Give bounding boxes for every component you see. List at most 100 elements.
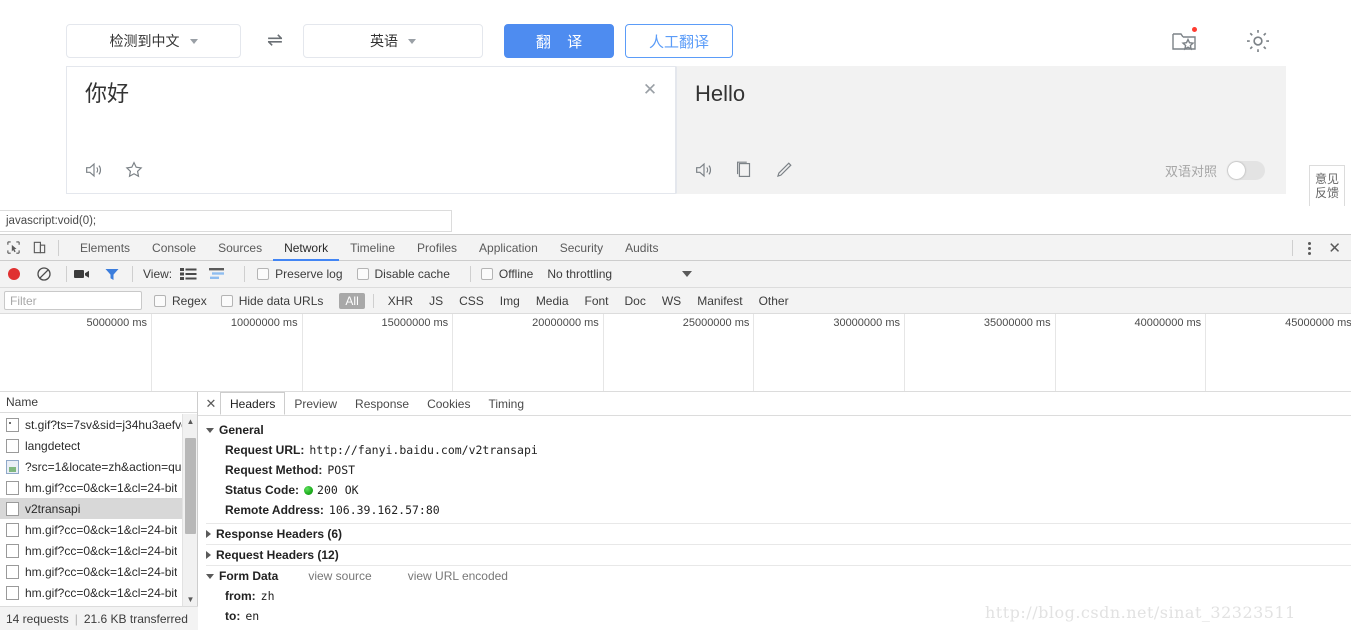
detail-tab-headers[interactable]: Headers bbox=[220, 392, 286, 415]
translate-button[interactable]: 翻 译 bbox=[504, 24, 614, 58]
devtools-tab-application[interactable]: Application bbox=[468, 235, 549, 261]
filter-type-img[interactable]: Img bbox=[494, 293, 526, 309]
chevron-down-icon[interactable] bbox=[682, 271, 693, 277]
translate-page: 检测到中文 ⇌ 英语 翻 译 人工翻译 你好 ✕ Hello 双语对照 意见 反… bbox=[0, 0, 1351, 206]
request-headers-section[interactable]: Request Headers (12) bbox=[206, 544, 1351, 565]
scroll-up-icon[interactable]: ▲ bbox=[183, 414, 198, 428]
clear-source-icon[interactable]: ✕ bbox=[641, 81, 659, 99]
preserve-log-checkbox[interactable] bbox=[257, 268, 270, 280]
source-language-select[interactable]: 检测到中文 bbox=[66, 24, 241, 58]
scroll-down-icon[interactable]: ▼ bbox=[183, 592, 198, 606]
request-row[interactable]: st.gif?ts=7sv&sid=j34hu3aefvc bbox=[0, 414, 197, 435]
filter-type-js[interactable]: JS bbox=[423, 293, 449, 309]
hide-data-urls-label: Hide data URLs bbox=[238, 293, 324, 308]
request-detail-column: ✕ Headers Preview Response Cookies Timing Ge… bbox=[198, 392, 1351, 630]
doc-icon bbox=[6, 522, 19, 537]
filter-type-media[interactable]: Media bbox=[530, 293, 575, 309]
filter-funnel-icon[interactable] bbox=[104, 267, 120, 282]
detail-tab-timing[interactable]: Timing bbox=[479, 392, 533, 415]
devtools-tab-console[interactable]: Console bbox=[141, 235, 207, 261]
edit-pencil-icon[interactable] bbox=[773, 159, 795, 181]
request-row[interactable]: langdetect bbox=[0, 435, 197, 456]
target-text-pane: Hello 双语对照 bbox=[676, 66, 1286, 194]
filter-type-manifest[interactable]: Manifest bbox=[691, 293, 748, 309]
devtools-tab-timeline[interactable]: Timeline bbox=[339, 235, 406, 261]
offline-checkbox-group[interactable]: Offline bbox=[480, 267, 533, 281]
devtools-tab-profiles[interactable]: Profiles bbox=[406, 235, 468, 261]
devtools-tab-audits[interactable]: Audits bbox=[614, 235, 669, 261]
screen: 检测到中文 ⇌ 英语 翻 译 人工翻译 你好 ✕ Hello 双语对照 意见 反… bbox=[0, 0, 1351, 637]
device-toolbar-icon[interactable] bbox=[26, 236, 52, 260]
filter-type-css[interactable]: CSS bbox=[453, 293, 490, 309]
favorites-folder-icon[interactable] bbox=[1169, 26, 1199, 56]
filter-type-all[interactable]: All bbox=[339, 292, 365, 309]
filter-type-font[interactable]: Font bbox=[579, 293, 615, 309]
network-overview-timeline[interactable]: 5000000 ms 10000000 ms 15000000 ms 20000000… bbox=[0, 314, 1351, 392]
copy-icon[interactable] bbox=[733, 159, 755, 181]
language-bar: 检测到中文 ⇌ 英语 翻 译 人工翻译 bbox=[0, 0, 1351, 66]
response-headers-section[interactable]: Response Headers (6) bbox=[206, 523, 1351, 544]
inspect-element-icon[interactable] bbox=[0, 236, 26, 260]
request-list[interactable]: st.gif?ts=7sv&sid=j34hu3aefvc langdetect?… bbox=[0, 414, 197, 606]
settings-gear-icon[interactable] bbox=[1243, 26, 1273, 56]
filter-type-xhr[interactable]: XHR bbox=[382, 293, 419, 309]
speaker-icon[interactable] bbox=[83, 159, 105, 181]
general-section-title[interactable]: General bbox=[206, 420, 1351, 440]
filter-type-other[interactable]: Other bbox=[753, 293, 795, 309]
devtools-tab-sources[interactable]: Sources bbox=[207, 235, 273, 261]
disable-cache-checkbox[interactable] bbox=[356, 268, 369, 280]
detail-tab-cookies[interactable]: Cookies bbox=[418, 392, 479, 415]
devtools-tab-network[interactable]: Network bbox=[273, 235, 339, 261]
view-list-icon[interactable] bbox=[180, 267, 197, 281]
request-row[interactable]: ?src=1&locate=zh&action=qu bbox=[0, 456, 197, 477]
request-list-scrollbar[interactable]: ▲ ▼ bbox=[182, 414, 197, 606]
close-detail-icon[interactable]: ✕ bbox=[202, 396, 220, 412]
hide-data-urls-checkbox-group[interactable]: Hide data URLs bbox=[220, 293, 324, 308]
doc-icon bbox=[6, 543, 19, 558]
status-url-text: javascript:void(0); bbox=[6, 215, 97, 227]
regex-checkbox-group[interactable]: Regex bbox=[154, 294, 207, 308]
request-row[interactable]: hm.gif?cc=0&ck=1&cl=24-bit bbox=[0, 519, 197, 540]
request-list-header[interactable]: Name bbox=[0, 392, 197, 413]
record-button-icon[interactable] bbox=[8, 268, 20, 280]
request-row[interactable]: hm.gif?cc=0&ck=1&cl=24-bit bbox=[0, 540, 197, 561]
request-row[interactable]: hm.gif?cc=0&ck=1&cl=24-bit bbox=[0, 477, 197, 498]
scrollbar-thumb[interactable] bbox=[185, 438, 196, 534]
feedback-button[interactable]: 意见 反馈 bbox=[1309, 165, 1345, 206]
view-url-encoded-link[interactable]: view URL encoded bbox=[408, 569, 508, 583]
filter-type-doc[interactable]: Doc bbox=[619, 293, 652, 309]
close-devtools-icon[interactable]: ✕ bbox=[1320, 241, 1349, 256]
human-translate-button[interactable]: 人工翻译 bbox=[625, 24, 733, 58]
detail-tab-preview[interactable]: Preview bbox=[285, 392, 346, 415]
filter-type-ws[interactable]: WS bbox=[656, 293, 687, 309]
target-language-select[interactable]: 英语 bbox=[303, 24, 483, 58]
swap-languages-icon[interactable]: ⇌ bbox=[261, 30, 289, 52]
capture-screenshots-icon[interactable] bbox=[73, 267, 90, 281]
offline-checkbox[interactable] bbox=[480, 268, 493, 280]
speaker-icon[interactable] bbox=[693, 159, 715, 181]
request-name: hm.gif?cc=0&ck=1&cl=24-bit bbox=[25, 480, 178, 495]
regex-checkbox[interactable] bbox=[154, 294, 166, 307]
throttling-select[interactable]: No throttling bbox=[547, 267, 693, 281]
overview-tick-label: 40000000 ms bbox=[1134, 317, 1202, 329]
form-data-section[interactable]: Form Data view source view URL encoded bbox=[206, 565, 1351, 586]
request-row[interactable]: hm.gif?cc=0&ck=1&cl=24-bit bbox=[0, 582, 197, 603]
view-waterfall-icon[interactable] bbox=[209, 267, 226, 281]
more-options-icon[interactable] bbox=[1299, 241, 1320, 255]
source-text-pane[interactable]: 你好 ✕ bbox=[66, 66, 676, 194]
bilingual-toggle[interactable] bbox=[1227, 161, 1265, 180]
clear-requests-icon[interactable] bbox=[36, 266, 52, 282]
bilingual-toggle-group[interactable]: 双语对照 bbox=[1165, 161, 1265, 180]
request-row[interactable]: hm.gif?cc=0&ck=1&cl=24-bit bbox=[0, 561, 197, 582]
disable-cache-checkbox-group[interactable]: Disable cache bbox=[356, 267, 450, 281]
request-row[interactable]: v2transapi bbox=[0, 498, 197, 519]
source-textarea[interactable]: 你好 bbox=[85, 79, 627, 109]
hide-data-urls-checkbox[interactable] bbox=[220, 294, 233, 307]
devtools-tab-security[interactable]: Security bbox=[549, 235, 614, 261]
filter-input[interactable] bbox=[4, 291, 142, 310]
preserve-log-checkbox-group[interactable]: Preserve log bbox=[257, 267, 343, 281]
devtools-tab-elements[interactable]: Elements bbox=[69, 235, 141, 261]
favorite-star-icon[interactable] bbox=[123, 159, 145, 181]
view-source-link[interactable]: view source bbox=[308, 569, 371, 583]
detail-tab-response[interactable]: Response bbox=[346, 392, 418, 415]
